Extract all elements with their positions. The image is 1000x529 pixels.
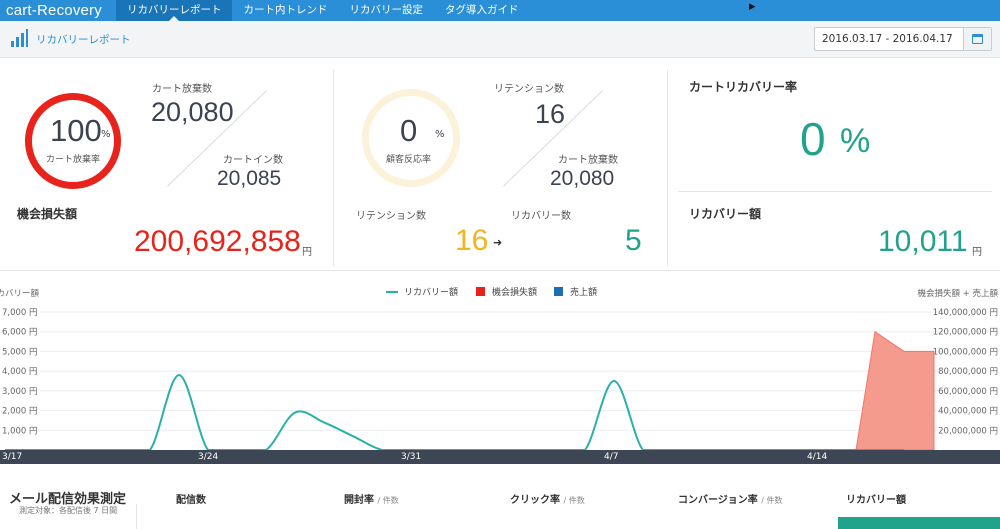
- x-tick-label: 3/17: [2, 452, 23, 462]
- sub-header: リカバリーレポート 2016.03.17 - 2016.04.17: [0, 21, 1000, 58]
- loss-amount-value: 200,692,858: [134, 225, 301, 258]
- abandon-count-value: 20,080: [151, 97, 234, 127]
- retention-count-value: 16: [535, 99, 566, 129]
- loss-amount-label: 機会損失額: [17, 207, 78, 221]
- brand-logo[interactable]: cart-Recovery: [0, 0, 116, 21]
- abandon-count-value-2: 20,080: [550, 167, 615, 190]
- cart-recovery-rate-unit: %: [840, 122, 871, 160]
- legend-label: 機会損失額: [492, 286, 537, 298]
- nav-item-recovery-report[interactable]: リカバリーレポート: [115, 0, 233, 21]
- left-tick-label: 6,000 円: [2, 328, 38, 338]
- retention-value-bottom: 16: [455, 224, 489, 257]
- recovery-amount-value: 10,011: [878, 225, 968, 258]
- top-nav: cart-Recovery リカバリーレポート カート内トレンド リカバリー設定…: [0, 0, 1000, 21]
- calendar-button[interactable]: [963, 28, 991, 50]
- col-recovery-amount: リカバリー額: [846, 491, 906, 506]
- calendar-icon: [972, 34, 983, 44]
- mouse-cursor-icon: ▸: [749, 0, 756, 14]
- panel-divider: [678, 191, 992, 192]
- legend-box-swatch: [476, 287, 485, 296]
- right-tick-label: 40,000,000 円: [938, 407, 998, 417]
- cartin-count-label: カートイン数: [223, 155, 283, 166]
- recovery-amount-bar: [838, 517, 1000, 529]
- chart-svg: 1,000 円 20,000,000 円 2,000 円 40,000,000 円 3,…: [0, 286, 998, 451]
- x-tick-label: 4/7: [604, 452, 619, 462]
- recovery-amount-label: リカバリー額: [689, 207, 762, 221]
- reaction-rate-label: 顧客反応率: [386, 155, 432, 165]
- left-tick-label: 1,000 円: [2, 426, 38, 436]
- panel-divider: [667, 70, 668, 266]
- abandon-rate-unit: %: [101, 129, 111, 140]
- left-tick-label: 2,000 円: [2, 407, 38, 417]
- cart-recovery-rate-value: 0: [800, 113, 826, 165]
- col-conversion-rate: コンバージョン率 / 件数: [678, 491, 783, 506]
- recovery-count-label: リカバリー数: [511, 211, 571, 222]
- col-delivery-count: 配信数: [176, 491, 206, 506]
- col-label: 開封率: [344, 495, 374, 506]
- recovery-trend-chart: 1,000 円 20,000,000 円 2,000 円 40,000,000 円 3,…: [0, 272, 1000, 464]
- loss-amount-unit: 円: [302, 247, 312, 258]
- x-tick-label: 3/31: [401, 452, 422, 462]
- nav-item-cart-trend[interactable]: カート内トレンド: [232, 0, 338, 21]
- bar-chart-icon: [11, 29, 28, 47]
- col-unit: / 件数: [377, 496, 399, 505]
- left-axis-title: リカバリー額: [0, 288, 40, 299]
- legend-label: リカバリー額: [404, 286, 458, 298]
- col-unit: / 件数: [761, 496, 783, 505]
- left-tick-label: 3,000 円: [2, 387, 38, 397]
- col-label: クリック率: [510, 495, 560, 506]
- nav-item-tag-guide[interactable]: タグ導入ガイド: [434, 0, 530, 21]
- col-label: コンバージョン率: [678, 495, 758, 506]
- mail-effect-subtitle: 測定対象：各配信後 7 日間: [19, 506, 118, 515]
- page-title: リカバリーレポート: [36, 34, 131, 46]
- col-label: 配信数: [176, 495, 206, 506]
- legend-label: 売上額: [570, 286, 597, 298]
- abandon-count-label: カート放棄数: [152, 84, 212, 95]
- retention-label-bottom: リテンション数: [356, 211, 426, 222]
- column-divider: [136, 504, 137, 529]
- section-divider: [0, 270, 1000, 271]
- right-axis-title: 機会損失額 + 売上額: [917, 288, 998, 299]
- arrow-right-icon: ➜: [493, 236, 503, 249]
- recovery-amount-unit: 円: [972, 247, 982, 258]
- right-tick-label: 20,000,000 円: [938, 426, 998, 436]
- legend-box-swatch: [554, 287, 563, 296]
- cartin-count-value: 20,085: [217, 167, 282, 190]
- abandon-rate-value: 100: [50, 113, 102, 148]
- abandon-rate-label: カート放棄率: [46, 155, 101, 165]
- left-tick-label: 4,000 円: [2, 367, 38, 377]
- nav-item-recovery-settings[interactable]: リカバリー設定: [338, 0, 434, 21]
- recovery-line: [5, 374, 904, 451]
- date-range-picker[interactable]: 2016.03.17 - 2016.04.17: [814, 27, 992, 51]
- right-tick-label: 120,000,000 円: [933, 328, 998, 338]
- reaction-rate-value: 0: [400, 113, 418, 148]
- right-tick-label: 140,000,000 円: [933, 308, 998, 318]
- left-tick-label: 5,000 円: [2, 347, 38, 357]
- right-tick-label: 100,000,000 円: [933, 347, 998, 357]
- col-open-rate: 開封率 / 件数: [344, 491, 399, 506]
- col-click-rate: クリック率 / 件数: [510, 491, 585, 506]
- abandon-count-label-2: カート放棄数: [558, 155, 618, 166]
- retention-count-label: リテンション数: [494, 84, 564, 95]
- panel-divider: [333, 70, 334, 266]
- x-tick-label: 4/14: [807, 452, 828, 462]
- recovery-count-value: 5: [625, 224, 642, 257]
- x-tick-label: 3/24: [198, 452, 219, 462]
- col-unit: / 件数: [563, 496, 585, 505]
- left-tick-label: 7,000 円: [2, 308, 38, 318]
- reaction-rate-unit: %: [435, 129, 445, 140]
- chart-x-axis: [0, 450, 1000, 464]
- right-tick-label: 60,000,000 円: [938, 387, 998, 397]
- cart-recovery-rate-label: カートリカバリー率: [689, 80, 798, 94]
- right-tick-label: 80,000,000 円: [938, 367, 998, 377]
- col-label: リカバリー額: [846, 495, 906, 506]
- date-range-input[interactable]: 2016.03.17 - 2016.04.17: [815, 28, 963, 50]
